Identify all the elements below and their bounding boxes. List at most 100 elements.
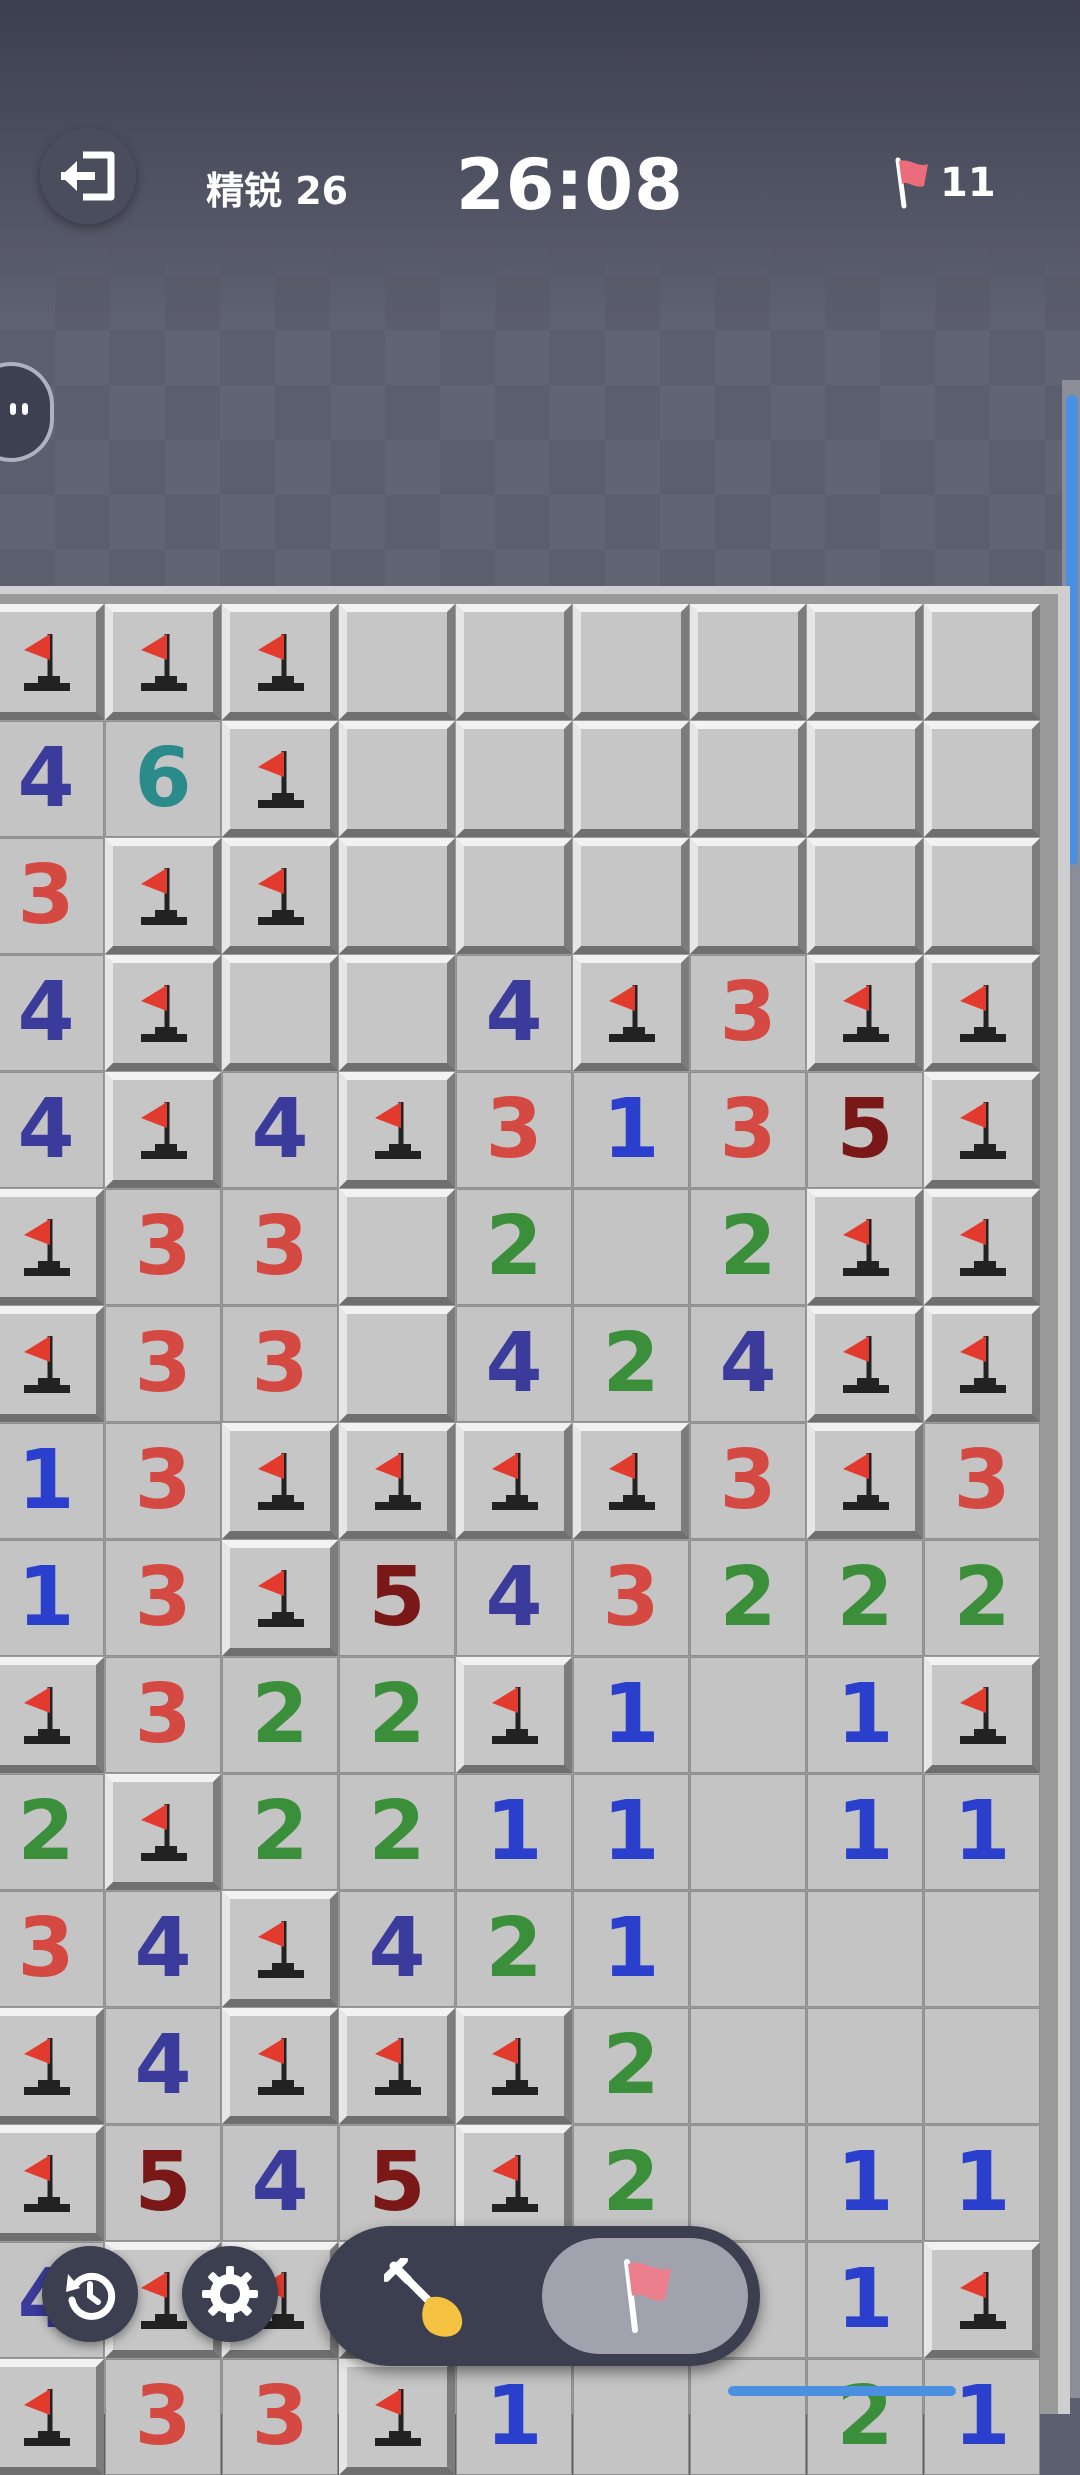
flagged-cell[interactable] [105, 604, 221, 720]
number-cell[interactable]: 2 [339, 1774, 455, 1890]
unopened-cell[interactable] [690, 604, 806, 720]
restart-button[interactable] [42, 2246, 138, 2342]
number-cell[interactable]: 3 [924, 1423, 1040, 1539]
flagged-cell[interactable] [0, 604, 104, 720]
flagged-cell[interactable] [807, 955, 923, 1071]
number-cell[interactable]: 2 [573, 1306, 689, 1422]
number-cell[interactable]: 3 [105, 1657, 221, 1773]
number-cell[interactable]: 4 [222, 1072, 338, 1188]
number-cell[interactable]: 4 [0, 955, 104, 1071]
number-cell[interactable]: 1 [924, 1774, 1040, 1890]
flagged-cell[interactable] [339, 1423, 455, 1539]
unopened-cell[interactable] [456, 721, 572, 837]
flagged-cell[interactable] [105, 1774, 221, 1890]
unopened-cell[interactable] [807, 604, 923, 720]
exit-button[interactable] [40, 128, 136, 224]
number-cell[interactable]: 1 [807, 2242, 923, 2358]
unopened-cell[interactable] [690, 838, 806, 954]
flagged-cell[interactable] [339, 1072, 455, 1188]
number-cell[interactable]: 2 [690, 1540, 806, 1656]
number-cell[interactable]: 1 [573, 1072, 689, 1188]
flagged-cell[interactable] [924, 1072, 1040, 1188]
flagged-cell[interactable] [0, 2125, 104, 2241]
unopened-cell[interactable] [924, 604, 1040, 720]
number-cell[interactable]: 4 [0, 721, 104, 837]
number-cell[interactable]: 1 [573, 1774, 689, 1890]
number-cell[interactable]: 2 [573, 2008, 689, 2124]
flagged-cell[interactable] [924, 1657, 1040, 1773]
flagged-cell[interactable] [573, 1423, 689, 1539]
flagged-cell[interactable] [0, 1189, 104, 1305]
number-cell[interactable]: 4 [105, 1891, 221, 2007]
flagged-cell[interactable] [456, 1657, 572, 1773]
flagged-cell[interactable] [339, 2359, 455, 2475]
unopened-cell[interactable] [690, 721, 806, 837]
number-cell[interactable]: 3 [105, 1306, 221, 1422]
unopened-cell[interactable] [573, 838, 689, 954]
number-cell[interactable]: 2 [924, 1540, 1040, 1656]
flagged-cell[interactable] [0, 1657, 104, 1773]
number-cell[interactable]: 3 [105, 1189, 221, 1305]
unopened-cell[interactable] [456, 604, 572, 720]
number-cell[interactable]: 3 [105, 1540, 221, 1656]
number-cell[interactable]: 4 [0, 1072, 104, 1188]
number-cell[interactable]: 3 [690, 955, 806, 1071]
flagged-cell[interactable] [105, 838, 221, 954]
number-cell[interactable]: 2 [690, 1189, 806, 1305]
flagged-cell[interactable] [924, 955, 1040, 1071]
flagged-cell[interactable] [222, 721, 338, 837]
number-cell[interactable]: 3 [0, 838, 104, 954]
unopened-cell[interactable] [573, 721, 689, 837]
flagged-cell[interactable] [456, 2125, 572, 2241]
number-cell[interactable]: 4 [690, 1306, 806, 1422]
number-cell[interactable]: 2 [222, 1774, 338, 1890]
number-cell[interactable]: 3 [573, 1540, 689, 1656]
number-cell[interactable]: 5 [339, 1540, 455, 1656]
unopened-cell[interactable] [339, 955, 455, 1071]
unopened-cell[interactable] [924, 721, 1040, 837]
flagged-cell[interactable] [105, 955, 221, 1071]
flagged-cell[interactable] [807, 1423, 923, 1539]
number-cell[interactable]: 2 [807, 2359, 923, 2475]
number-cell[interactable]: 1 [924, 2125, 1040, 2241]
number-cell[interactable]: 1 [807, 1774, 923, 1890]
number-cell[interactable]: 3 [0, 1891, 104, 2007]
unopened-cell[interactable] [456, 838, 572, 954]
number-cell[interactable]: 3 [105, 1423, 221, 1539]
number-cell[interactable]: 1 [573, 1891, 689, 2007]
flagged-cell[interactable] [924, 1306, 1040, 1422]
number-cell[interactable]: 2 [573, 2125, 689, 2241]
flag-tool-button[interactable] [542, 2238, 748, 2354]
number-cell[interactable]: 1 [456, 1774, 572, 1890]
flagged-cell[interactable] [222, 1423, 338, 1539]
flagged-cell[interactable] [222, 1891, 338, 2007]
flagged-cell[interactable] [222, 838, 338, 954]
number-cell[interactable]: 2 [339, 1657, 455, 1773]
unopened-cell[interactable] [222, 955, 338, 1071]
number-cell[interactable]: 3 [105, 2359, 221, 2475]
number-cell[interactable]: 4 [222, 2125, 338, 2241]
unopened-cell[interactable] [807, 838, 923, 954]
number-cell[interactable]: 2 [456, 1891, 572, 2007]
flagged-cell[interactable] [222, 1540, 338, 1656]
number-cell[interactable]: 1 [0, 1423, 104, 1539]
number-cell[interactable]: 1 [456, 2359, 572, 2475]
number-cell[interactable]: 4 [456, 955, 572, 1071]
flagged-cell[interactable] [0, 1306, 104, 1422]
number-cell[interactable]: 4 [105, 2008, 221, 2124]
flagged-cell[interactable] [0, 2008, 104, 2124]
number-cell[interactable]: 5 [807, 1072, 923, 1188]
number-cell[interactable]: 6 [105, 721, 221, 837]
number-cell[interactable]: 3 [222, 1306, 338, 1422]
number-cell[interactable]: 2 [456, 1189, 572, 1305]
number-cell[interactable]: 4 [456, 1540, 572, 1656]
unopened-cell[interactable] [339, 1306, 455, 1422]
number-cell[interactable]: 1 [0, 1540, 104, 1656]
number-cell[interactable]: 1 [807, 2125, 923, 2241]
flagged-cell[interactable] [222, 604, 338, 720]
flagged-cell[interactable] [924, 1189, 1040, 1305]
settings-button[interactable] [182, 2246, 278, 2342]
unopened-cell[interactable] [573, 604, 689, 720]
number-cell[interactable]: 2 [0, 1774, 104, 1890]
flagged-cell[interactable] [456, 2008, 572, 2124]
